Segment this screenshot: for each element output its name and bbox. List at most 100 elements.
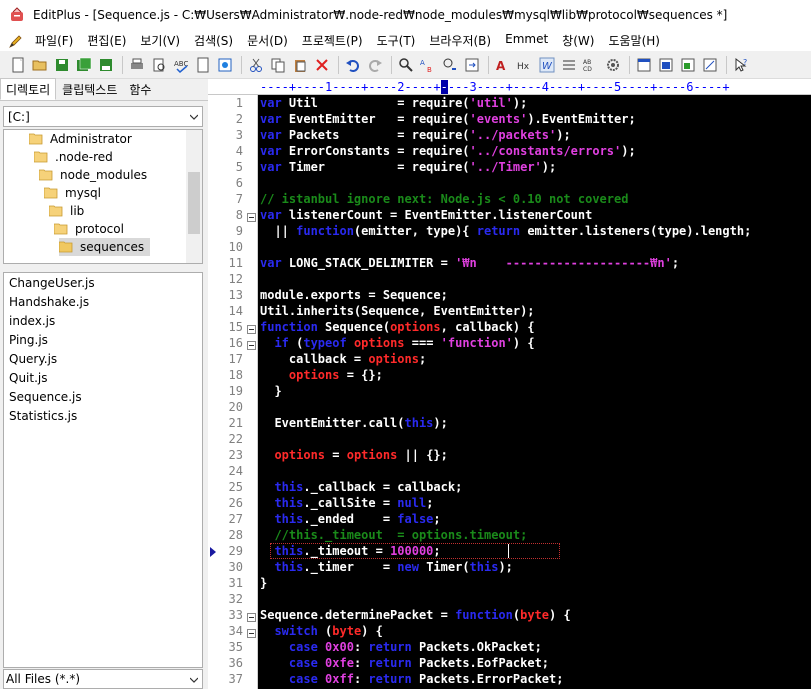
file-list-item[interactable]: Query.js [4, 349, 202, 368]
replace-icon[interactable]: AB [418, 55, 438, 75]
window4-icon[interactable] [700, 55, 720, 75]
code-line[interactable]: this._ended = false; [260, 511, 440, 527]
fold-toggle-icon[interactable] [247, 339, 256, 350]
code-line[interactable]: if (typeof options === 'function') { [260, 335, 534, 351]
menu-item-3[interactable]: 검색(S) [187, 32, 240, 49]
browser-icon[interactable] [215, 55, 235, 75]
code-line[interactable]: var LONG_STACK_DELIMITER = '₩n ---------… [260, 255, 679, 271]
menu-item-5[interactable]: 프로젝트(P) [295, 32, 370, 49]
code-line[interactable]: var Packets = require('../packets'); [260, 127, 571, 143]
new-doc-icon[interactable] [193, 55, 213, 75]
code-line[interactable]: callback = options; [260, 351, 426, 367]
menu-item-2[interactable]: 보기(V) [133, 32, 187, 49]
code-line[interactable]: // istanbul ignore next: Node.js < 0.10 … [260, 191, 628, 207]
fold-toggle-icon[interactable] [247, 627, 256, 638]
fold-toggle-icon[interactable] [247, 211, 256, 222]
print-preview-icon[interactable] [149, 55, 169, 75]
print-icon[interactable] [127, 55, 147, 75]
file-list-item[interactable]: index.js [4, 311, 202, 330]
menu-item-1[interactable]: 편집(E) [80, 32, 133, 49]
code-line[interactable]: this._callSite = null; [260, 495, 433, 511]
undo-icon[interactable] [343, 55, 363, 75]
new-file-icon[interactable] [8, 55, 28, 75]
code-line[interactable]: module.exports = Sequence; [260, 287, 448, 303]
code-line[interactable]: || function(emitter, type){ return emitt… [260, 223, 751, 239]
code-line[interactable]: Util.inherits(Sequence, EventEmitter); [260, 303, 535, 319]
window-icon[interactable] [634, 55, 654, 75]
code-line[interactable]: Sequence.determinePacket = function(byte… [260, 607, 571, 623]
code-line[interactable]: EventEmitter.call(this); [260, 415, 447, 431]
tree-node[interactable]: mysql [44, 184, 107, 202]
file-list-item[interactable]: Sequence.js [4, 387, 202, 406]
fold-toggle-icon[interactable] [247, 611, 256, 622]
menu-item-6[interactable]: 도구(T) [370, 32, 423, 49]
file-list-item[interactable]: Handshake.js [4, 292, 202, 311]
code-line[interactable]: case 0x00: return Packets.OkPacket; [260, 639, 542, 655]
tab-directory[interactable]: 디렉토리 [0, 78, 57, 100]
open-folder-icon[interactable] [30, 55, 50, 75]
save-icon[interactable] [52, 55, 72, 75]
copy-icon[interactable] [268, 55, 288, 75]
spell-check-icon[interactable]: ABC [171, 55, 191, 75]
window2-icon[interactable] [656, 55, 676, 75]
code-line[interactable]: case 0xff: return Packets.ErrorPacket; [260, 671, 564, 687]
file-list[interactable]: ChangeUser.js Handshake.js index.js Ping.js… [3, 272, 203, 668]
code-line[interactable]: options = {}; [260, 367, 383, 383]
find-next-icon[interactable] [440, 55, 460, 75]
font-icon[interactable]: A [493, 55, 513, 75]
code-line[interactable]: this._timeout = 100000; [260, 543, 440, 559]
code-area[interactable]: var Util = require('util'); var EventEmit… [260, 95, 811, 689]
menu-item-7[interactable]: 브라우저(B) [422, 32, 498, 49]
menu-item-8[interactable]: Emmet [498, 32, 555, 49]
drive-select[interactable]: [C:] [3, 106, 203, 127]
code-line[interactable]: var Timer = require('../Timer'); [260, 159, 556, 175]
tree-scrollbar[interactable] [186, 130, 202, 263]
word-wrap-icon[interactable]: W [537, 55, 557, 75]
code-line[interactable]: this._timer = new Timer(this); [260, 559, 512, 575]
code-line[interactable]: function Sequence(options, callback) { [260, 319, 535, 335]
tree-node[interactable]: sequences [59, 238, 151, 256]
code-line[interactable]: options = options || {}; [260, 447, 447, 463]
file-list-item[interactable]: Statistics.js [4, 406, 202, 425]
fold-toggle-icon[interactable] [247, 323, 256, 334]
column-select-icon[interactable] [559, 55, 579, 75]
file-list-item[interactable]: ChangeUser.js [4, 273, 202, 292]
code-line[interactable]: switch (byte) { [260, 623, 382, 639]
file-list-item[interactable]: Quit.js [4, 368, 202, 387]
abcd-icon[interactable]: AB CD [581, 55, 601, 75]
find-icon[interactable] [396, 55, 416, 75]
file-list-item[interactable]: Ping.js [4, 330, 202, 349]
save-all-icon[interactable] [74, 55, 94, 75]
code-editor[interactable]: ----+----1----+----2----+----3----+----4… [208, 79, 811, 689]
hex-icon[interactable]: Hx [515, 55, 535, 75]
code-line[interactable]: var ErrorConstants = require('../constan… [260, 143, 636, 159]
tree-node[interactable]: protocol [54, 220, 130, 238]
tree-scroll-thumb[interactable] [188, 172, 200, 234]
delete-icon[interactable] [312, 55, 332, 75]
paste-icon[interactable] [290, 55, 310, 75]
directory-tree[interactable]: Administrator .node-red node_modules mysql l… [3, 129, 203, 264]
settings-icon[interactable] [603, 55, 623, 75]
cut-icon[interactable] [246, 55, 266, 75]
tab-functions[interactable]: 함수 [123, 79, 157, 100]
window3-icon[interactable] [678, 55, 698, 75]
code-line[interactable]: this._callback = callback; [260, 479, 462, 495]
code-line[interactable]: var Util = require('util'); [260, 95, 527, 111]
file-filter-select[interactable]: All Files (*.*) [3, 669, 203, 689]
menu-item-10[interactable]: 도움말(H) [601, 32, 667, 49]
tree-node[interactable]: node_modules [39, 166, 153, 184]
code-line[interactable]: var listenerCount = EventEmitter.listene… [260, 207, 592, 223]
code-line[interactable]: } [260, 383, 281, 399]
menu-item-9[interactable]: 창(W) [555, 32, 601, 49]
menu-item-0[interactable]: 파일(F) [28, 32, 80, 49]
save-as-icon[interactable] [96, 55, 116, 75]
tree-node[interactable]: Administrator [29, 130, 138, 148]
goto-icon[interactable] [462, 55, 482, 75]
redo-icon[interactable] [365, 55, 385, 75]
menu-item-4[interactable]: 문서(D) [240, 32, 295, 49]
code-line[interactable]: case 0xfe: return Packets.EofPacket; [260, 655, 549, 671]
tab-cliptext[interactable]: 클립텍스트 [56, 79, 123, 100]
tree-node[interactable]: lib [49, 202, 90, 220]
tree-node[interactable]: .node-red [34, 148, 119, 166]
code-line[interactable]: var EventEmitter = require('events').Eve… [260, 111, 636, 127]
